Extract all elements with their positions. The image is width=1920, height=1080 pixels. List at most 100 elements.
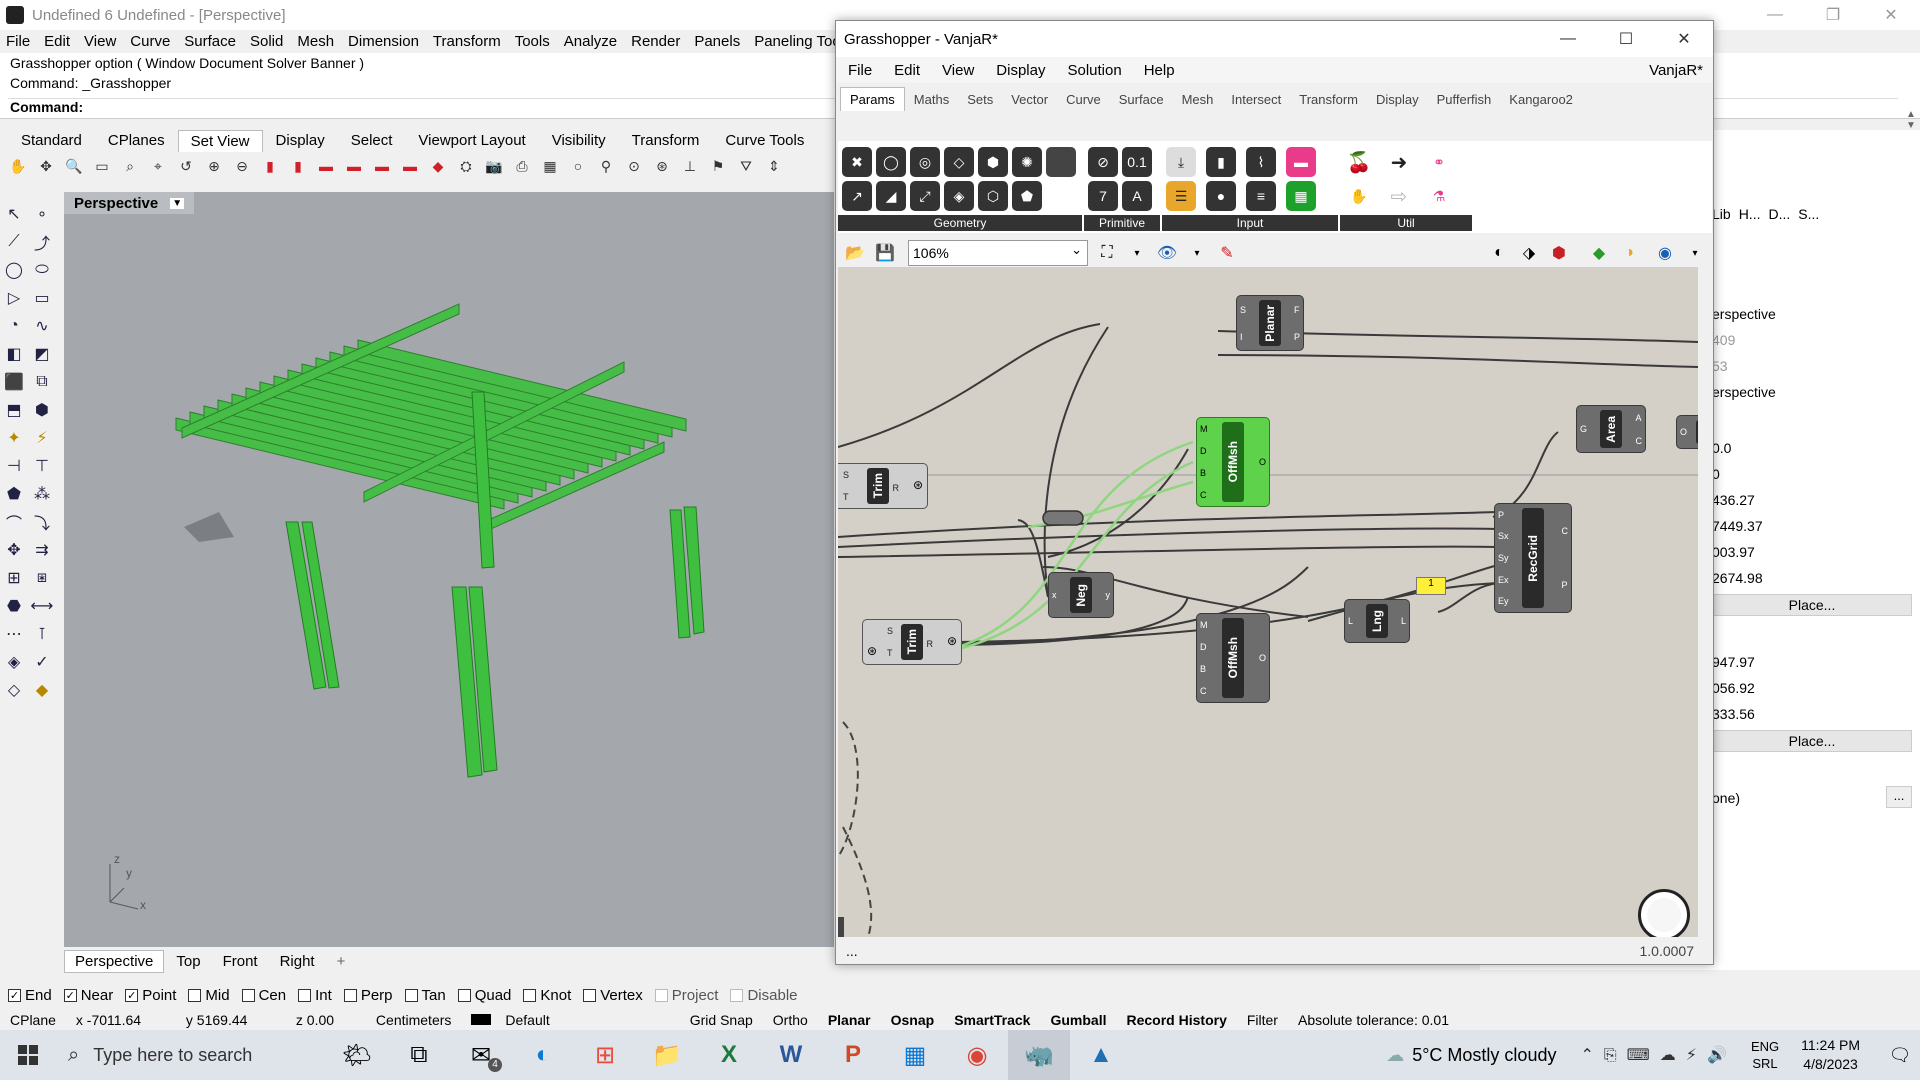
gh-comp-trim-2[interactable]: ST Trim R ⊛ ⊛ [862, 619, 962, 665]
restore-icon[interactable]: ❐ [1804, 0, 1862, 30]
ellipse-icon[interactable]: ⬭ [28, 261, 56, 279]
recgrid-out-c[interactable]: C [1562, 526, 1569, 536]
preview-selected-icon[interactable]: ⬢ [1546, 240, 1572, 266]
calendar-app-icon[interactable]: ▦ [884, 1030, 946, 1080]
input-timer-icon[interactable]: ☰ [1166, 181, 1196, 211]
perspective-viewport[interactable]: Perspective ▼ z y x [64, 192, 834, 947]
tab-select[interactable]: Select [338, 129, 406, 152]
ribbon-label-geometry[interactable]: Geometry [838, 215, 1082, 231]
input-list-icon[interactable]: ≡ [1246, 181, 1276, 211]
zoom-extents-canvas-icon[interactable]: ⛶ [1094, 240, 1120, 266]
osnap-cen-checkbox[interactable] [241, 988, 255, 1002]
canvas-navigation-wheel-icon[interactable] [1638, 889, 1690, 937]
gh-minimize-icon[interactable]: — [1539, 21, 1597, 57]
osnap-disable-checkbox[interactable] [730, 988, 744, 1002]
car-view-4-icon[interactable]: ▬ [400, 156, 420, 176]
panel-tab-lib[interactable]: Lib [1712, 206, 1731, 222]
gh-tab-params[interactable]: Params [840, 87, 905, 111]
gh-menu-solution[interactable]: Solution [1067, 62, 1121, 79]
area-in-g[interactable]: G [1580, 424, 1587, 434]
cylinder-icon[interactable]: ⬢ [28, 400, 56, 420]
gh-comp-area[interactable]: G Area AC [1576, 405, 1646, 453]
gh-tab-surface[interactable]: Surface [1110, 88, 1173, 111]
gh-tab-sets[interactable]: Sets [958, 88, 1002, 111]
tab-viewport-layout[interactable]: Viewport Layout [405, 129, 538, 152]
osnap-point-checkbox[interactable]: ✓ [125, 988, 139, 1002]
light-2-icon[interactable]: ◆ [28, 680, 56, 700]
planar-in-i[interactable]: I [1240, 332, 1246, 342]
gh-comp-planar[interactable]: SI Planar FP [1236, 295, 1304, 351]
open-file-icon[interactable]: 📂 [842, 240, 868, 266]
prop-row-14[interactable]: one) [1712, 790, 1740, 806]
offmsh1-in-d[interactable]: D [1200, 446, 1208, 456]
gh-menu-edit[interactable]: Edit [894, 62, 920, 79]
circle-icon[interactable]: ◯ [0, 260, 28, 280]
lng-out-l[interactable]: L [1401, 616, 1406, 626]
osnap-near-checkbox[interactable]: ✓ [63, 988, 77, 1002]
zoom-window-icon[interactable]: ▭ [92, 156, 112, 176]
param-mesh-icon[interactable]: ✺ [1012, 147, 1042, 177]
block-icon[interactable]: ⊞ [0, 568, 28, 588]
param-curve-icon[interactable]: ◎ [910, 147, 940, 177]
tray-icons[interactable]: ⌃⎘⌨☁⚡🔊 [1580, 1045, 1736, 1065]
excel-app-icon[interactable]: X [698, 1030, 760, 1080]
ribbon-label-input[interactable]: Input [1162, 215, 1338, 231]
offmsh2-in-c[interactable]: C [1200, 686, 1208, 696]
material-icon[interactable]: ◇ [0, 680, 28, 700]
menu-tools[interactable]: Tools [515, 33, 550, 50]
freeform-curve-icon[interactable]: ∿ [28, 316, 56, 336]
preview-mode-wire-icon[interactable]: ◐ [1486, 240, 1512, 266]
pergola-geometry[interactable] [64, 192, 834, 947]
gh-close-icon[interactable]: ✕ [1655, 21, 1713, 57]
pan-icon[interactable]: ✋ [8, 156, 28, 176]
light-icon[interactable]: ○ [568, 156, 588, 176]
trim1-out-r[interactable]: R [893, 483, 900, 493]
status-cplane[interactable]: CPlane [0, 1012, 66, 1028]
mesh-dropdown-icon[interactable]: ▾ [1682, 240, 1708, 266]
offmsh2-in-m[interactable]: M [1200, 620, 1208, 630]
gh-comp-xy[interactable]: O XY [1676, 415, 1698, 449]
analyze-icon[interactable]: ⊺ [28, 624, 56, 644]
tab-curve-tools[interactable]: Curve Tools [712, 129, 817, 152]
car-view-5-icon[interactable]: ◆ [428, 156, 448, 176]
offmsh1-in-c[interactable]: C [1200, 490, 1208, 500]
neg-in-x[interactable]: x [1052, 590, 1057, 600]
osnap-near[interactable]: ✓ Near [63, 987, 113, 1004]
gh-comp-offmsh-2[interactable]: M D B C OffMsh O [1196, 613, 1270, 703]
recgrid-in-ex[interactable]: Ex [1498, 575, 1509, 585]
param-point-icon[interactable]: ✖ [842, 147, 872, 177]
recgrid-in-ey[interactable]: Ey [1498, 596, 1509, 606]
recgrid-in-p[interactable]: P [1498, 510, 1509, 520]
osnap-perp-checkbox[interactable] [343, 988, 357, 1002]
util-flask-icon[interactable]: ⚗ [1424, 181, 1454, 211]
select-arrow-icon[interactable]: ↖ [0, 204, 28, 224]
taskbar-clock[interactable]: 11:24 PM 4/8/2023 [1801, 1036, 1860, 1074]
menu-surface[interactable]: Surface [184, 33, 236, 50]
status-gumball[interactable]: Gumball [1040, 1012, 1116, 1028]
param-circle-icon[interactable]: ◯ [876, 147, 906, 177]
preview-eye-icon[interactable]: 👁 [1154, 240, 1180, 266]
store-app-icon[interactable]: ⊞ [574, 1030, 636, 1080]
planar-in-s[interactable]: S [1240, 305, 1246, 315]
zoom-target-icon[interactable]: ⚲ [596, 156, 616, 176]
trim2-out-r[interactable]: R [927, 639, 934, 649]
util-arrow-icon[interactable]: ➜ [1384, 147, 1414, 177]
preview-dropdown-icon[interactable]: ▾ [1184, 240, 1210, 266]
input-gradient-icon[interactable]: ▬ [1286, 147, 1316, 177]
zoom-dropdown-icon[interactable]: ▾ [1124, 240, 1150, 266]
zoom-icon[interactable]: 🔍 [64, 156, 84, 176]
osnap-point[interactable]: ✓ Point [125, 987, 176, 1004]
boolean-icon[interactable]: ⧉ [28, 373, 56, 391]
param-vector-icon[interactable]: ↗ [842, 181, 872, 211]
util-cherry-icon[interactable]: 🍒 [1344, 147, 1374, 177]
curve-cv-icon[interactable]: ⤴ [28, 230, 56, 254]
ribbon-label-primitive[interactable]: Primitive [1084, 215, 1160, 231]
layout-icon[interactable]: ▦ [540, 156, 560, 176]
car-view-1-icon[interactable]: ▬ [316, 156, 336, 176]
measure-icon[interactable]: ⟷ [28, 596, 56, 616]
status-layer[interactable]: Default [461, 1012, 569, 1028]
rhino-taskbar-icon[interactable]: 🦏 [1008, 1030, 1070, 1080]
gh-tab-maths[interactable]: Maths [905, 88, 958, 111]
tab-transform[interactable]: Transform [619, 129, 713, 152]
status-record-history[interactable]: Record History [1117, 1012, 1237, 1028]
